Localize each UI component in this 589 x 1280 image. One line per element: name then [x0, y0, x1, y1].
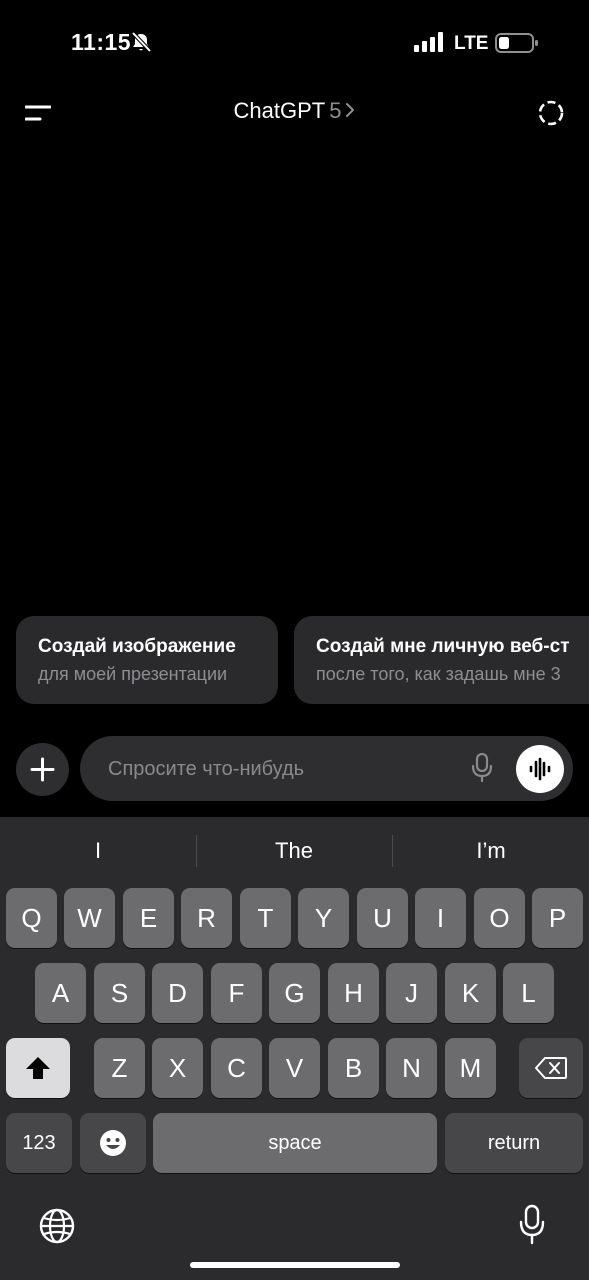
key-n[interactable]: N	[386, 1038, 437, 1098]
app-title: ChatGPT	[233, 98, 326, 123]
emoji-icon	[100, 1130, 126, 1156]
suggestion-title: Создай мне личную веб-ст	[316, 636, 570, 657]
key-s[interactable]: S	[94, 963, 145, 1023]
home-indicator	[190, 1262, 400, 1268]
key-y[interactable]: Y	[298, 888, 349, 948]
globe-icon[interactable]	[38, 1207, 76, 1245]
key-i[interactable]: I	[415, 888, 466, 948]
key-x[interactable]: X	[152, 1038, 203, 1098]
voice-mode-button[interactable]	[516, 745, 564, 793]
suggestion-title: Создай изображение	[38, 636, 236, 657]
key-u[interactable]: U	[357, 888, 408, 948]
key-z[interactable]: Z	[94, 1038, 145, 1098]
shift-icon	[26, 1057, 50, 1079]
model-version: 5	[329, 98, 342, 123]
key-h[interactable]: H	[328, 963, 379, 1023]
backspace-icon	[535, 1057, 567, 1079]
prediction-3[interactable]: I’m	[393, 817, 589, 883]
status-time: 11:15	[71, 29, 132, 55]
bell-slash-icon	[131, 31, 152, 53]
suggestion-card[interactable]: Создай мне личную веб-ст после того, как…	[294, 616, 589, 704]
key-c[interactable]: C	[211, 1038, 262, 1098]
suggestion-subtitle: для моей презентации	[38, 664, 228, 684]
battery-icon	[495, 33, 538, 53]
keyboard: I The I’m Q W E R T Y U I O P A S D F G …	[0, 817, 589, 1280]
key-b[interactable]: B	[328, 1038, 379, 1098]
suggestion-card[interactable]: Создай изображение для моей презентации	[16, 616, 278, 704]
dictation-icon[interactable]	[518, 1204, 546, 1246]
emoji-key[interactable]	[80, 1113, 146, 1173]
message-placeholder: Спросите что-нибудь	[108, 758, 305, 780]
prediction-1[interactable]: I	[0, 817, 196, 883]
chevron-right-icon	[346, 103, 355, 118]
plus-icon	[30, 757, 55, 782]
message-input[interactable]: Спросите что-нибудь	[80, 736, 573, 801]
status-bar: 11:15 LTE	[0, 0, 589, 88]
key-a[interactable]: A	[35, 963, 86, 1023]
key-m[interactable]: M	[445, 1038, 496, 1098]
key-j[interactable]: J	[386, 963, 437, 1023]
key-v[interactable]: V	[269, 1038, 320, 1098]
numbers-key[interactable]: 123	[6, 1113, 72, 1173]
prediction-bar: I The I’m	[0, 817, 589, 883]
key-d[interactable]: D	[152, 963, 203, 1023]
suggestion-carousel: Создай изображение для моей презентации …	[16, 616, 589, 704]
key-f[interactable]: F	[211, 963, 262, 1023]
return-key[interactable]: return	[445, 1113, 583, 1173]
signal-icon	[414, 32, 443, 52]
temporary-chat-icon[interactable]	[537, 99, 565, 127]
space-key[interactable]: space	[153, 1113, 437, 1173]
suggestion-subtitle: после того, как задашь мне 3	[316, 664, 561, 684]
key-w[interactable]: W	[64, 888, 115, 948]
key-l[interactable]: L	[503, 963, 554, 1023]
voice-waveform-icon	[529, 757, 551, 781]
network-label: LTE	[454, 33, 489, 54]
model-selector[interactable]: ChatGPT 5	[0, 98, 589, 124]
shift-key[interactable]	[6, 1038, 70, 1098]
key-t[interactable]: T	[240, 888, 291, 948]
key-r[interactable]: R	[181, 888, 232, 948]
prediction-2[interactable]: The	[196, 817, 392, 883]
key-e[interactable]: E	[123, 888, 174, 948]
key-q[interactable]: Q	[6, 888, 57, 948]
key-o[interactable]: O	[474, 888, 525, 948]
key-k[interactable]: K	[445, 963, 496, 1023]
microphone-icon[interactable]	[470, 753, 494, 783]
backspace-key[interactable]	[519, 1038, 583, 1098]
key-g[interactable]: G	[269, 963, 320, 1023]
attach-button[interactable]	[16, 743, 69, 796]
key-p[interactable]: P	[532, 888, 583, 948]
